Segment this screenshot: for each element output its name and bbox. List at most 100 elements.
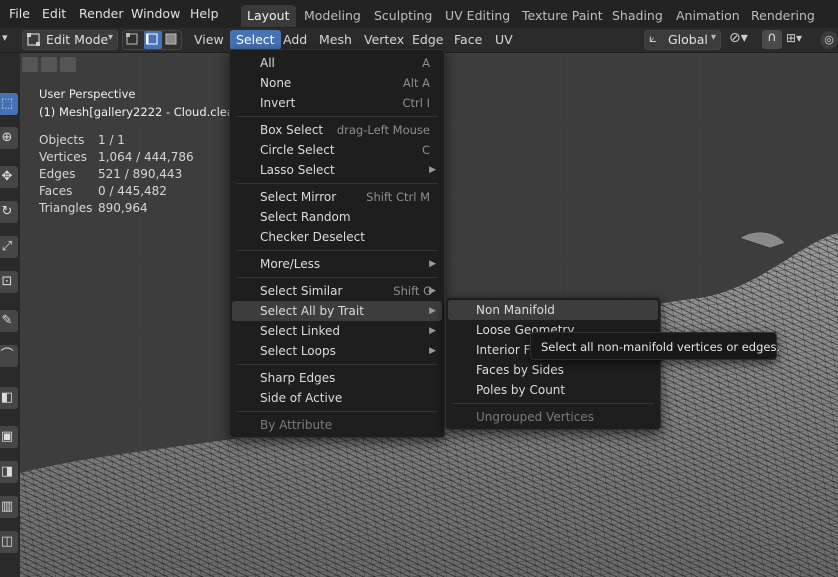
tab-rendering[interactable]: Rendering (745, 5, 821, 27)
tab-shading[interactable]: Shading (606, 5, 669, 27)
snap-grid-icon[interactable]: ⊞▾ (786, 31, 802, 45)
menu-uv[interactable]: UV (489, 30, 519, 50)
tab-texture-paint[interactable]: Texture Paint (516, 5, 609, 27)
menu-item-label: Select Similar (260, 284, 343, 298)
menu-item-label: Select Loops (260, 344, 336, 358)
menu-item-select-random[interactable]: Select Random (232, 207, 442, 227)
rotate-tool-icon[interactable]: ↻ (0, 201, 18, 223)
menu-item-poles-by-count[interactable]: Poles by Count (448, 380, 658, 400)
edit-mode-icon (27, 33, 40, 46)
menu-item-select-linked[interactable]: Select Linked ▶ (232, 321, 442, 341)
cursor-tool-icon[interactable]: ⊕ (0, 127, 18, 149)
mode-dropdown[interactable]: Edit Mode ▾ (22, 30, 118, 50)
menu-item-non-manifold[interactable]: Non Manifold (448, 300, 658, 320)
menu-item-more-less[interactable]: More/Less ▶ (232, 254, 442, 274)
stat-label: Vertices (39, 150, 87, 164)
menu-item-label: Sharp Edges (260, 371, 336, 385)
tab-sculpting[interactable]: Sculpting (368, 5, 438, 27)
menu-item-label: Box Select (260, 123, 324, 137)
extrude-tool-icon[interactable]: ◧ (0, 387, 18, 409)
object-name: (1) Mesh[gallery2222 - Cloud.clean (39, 105, 242, 119)
menu-file[interactable]: File (9, 6, 30, 21)
menu-item-label: Invert (260, 96, 296, 110)
select-box-tool-icon[interactable]: ⬚ (0, 93, 18, 115)
stat-label: Edges (39, 167, 76, 181)
menu-item-invert[interactable]: Invert Ctrl I (232, 93, 442, 113)
menu-select[interactable]: Select (230, 30, 281, 50)
select-subtract-icon[interactable] (41, 57, 57, 72)
menu-item-ungrouped-vertices: Ungrouped Vertices (448, 407, 658, 427)
menu-item-sharp-edges[interactable]: Sharp Edges (232, 368, 442, 388)
orientation-label: Global (668, 32, 708, 47)
menu-separator (236, 364, 438, 365)
submenu-arrow-icon: ▶ (429, 346, 436, 356)
edge-select-icon[interactable] (144, 31, 162, 49)
submenu-arrow-icon: ▶ (429, 326, 436, 336)
menu-item-select-mirror[interactable]: Select Mirror Shift Ctrl M (232, 187, 442, 207)
tab-animation[interactable]: Animation (670, 5, 746, 27)
select-mode-group (122, 30, 182, 50)
shortcut-label: Ctrl I (402, 96, 430, 110)
loop-cut-tool-icon[interactable]: ▥ (0, 496, 18, 518)
menu-separator (236, 277, 438, 278)
editor-type-chevron-icon[interactable]: ▾ (2, 31, 8, 44)
menu-window[interactable]: Window (131, 6, 180, 21)
proportional-edit-icon[interactable]: ◎ (820, 31, 838, 49)
stat-label: Objects (39, 133, 85, 147)
menu-item-select-all-by-trait[interactable]: Select All by Trait ▶ (232, 301, 442, 321)
select-extend-icon[interactable] (22, 57, 38, 72)
tooltip: Select all non-manifold vertices or edge… (530, 332, 780, 360)
menu-help[interactable]: Help (190, 6, 219, 21)
menu-view[interactable]: View (188, 30, 230, 50)
tab-layout[interactable]: Layout (241, 5, 296, 27)
knife-tool-icon[interactable]: ◫ (0, 531, 18, 553)
submenu-arrow-icon: ▶ (429, 286, 436, 296)
orientation-axes-icon: ⟀ (649, 31, 657, 46)
top-menubar: File Edit Render Window Help Layout Mode… (0, 0, 838, 28)
menu-item-checker-deselect[interactable]: Checker Deselect (232, 227, 442, 247)
menu-item-all[interactable]: All A (232, 53, 442, 73)
menu-edit[interactable]: Edit (42, 6, 66, 21)
menu-item-select-similar[interactable]: Select Similar Shift G ▶ (232, 281, 442, 301)
menu-mesh[interactable]: Mesh (313, 30, 358, 50)
menu-item-none[interactable]: None Alt A (232, 73, 442, 93)
menu-item-label: None (260, 76, 292, 90)
move-tool-icon[interactable]: ✥ (0, 166, 18, 188)
menu-separator (236, 411, 438, 412)
menu-add[interactable]: Add (277, 30, 313, 50)
inset-tool-icon[interactable]: ▣ (0, 426, 18, 448)
menu-item-side-of-active[interactable]: Side of Active (232, 388, 442, 408)
submenu-arrow-icon: ▶ (429, 306, 436, 316)
shortcut-label: Alt A (402, 76, 430, 90)
menu-render[interactable]: Render (79, 6, 124, 21)
menu-vertex[interactable]: Vertex (358, 30, 410, 50)
menu-item-label: Poles by Count (476, 383, 566, 397)
menu-item-faces-by-sides[interactable]: Faces by Sides (448, 360, 658, 380)
transform-tool-icon[interactable]: ⊡ (0, 271, 18, 293)
tab-modeling[interactable]: Modeling (298, 5, 367, 27)
mode-label: Edit Mode (46, 32, 109, 47)
menu-item-label: Faces by Sides (476, 363, 564, 377)
menu-face[interactable]: Face (448, 30, 488, 50)
pivot-point-icon[interactable]: ⊘▾ (729, 30, 748, 46)
menu-separator (236, 250, 438, 251)
vertex-select-icon[interactable] (125, 32, 142, 48)
menu-item-label: Select Linked (260, 324, 340, 338)
measure-tool-icon[interactable]: ⌒ (0, 345, 18, 367)
menu-item-circle-select[interactable]: Circle Select C (232, 140, 442, 160)
menu-edge[interactable]: Edge (406, 30, 449, 50)
stat-value: 1 / 1 (98, 133, 125, 147)
menu-item-lasso-select[interactable]: Lasso Select ▶ (232, 160, 442, 180)
menu-item-select-loops[interactable]: Select Loops ▶ (232, 341, 442, 361)
tab-uv-editing[interactable]: UV Editing (439, 5, 516, 27)
face-select-icon[interactable] (164, 32, 181, 48)
menu-separator (236, 183, 438, 184)
select-invert-icon[interactable] (60, 57, 76, 72)
scale-tool-icon[interactable]: ⤢ (0, 236, 18, 258)
menu-item-label: Circle Select (260, 143, 335, 157)
bevel-tool-icon[interactable]: ◨ (0, 461, 18, 483)
snap-magnet-icon[interactable]: ∩ (762, 30, 782, 49)
menu-item-box-select[interactable]: Box Select drag-Left Mouse (232, 120, 442, 140)
menu-item-label: Side of Active (260, 391, 343, 405)
transform-orientation-dropdown[interactable]: ⟀ Global ▾ (644, 30, 721, 50)
